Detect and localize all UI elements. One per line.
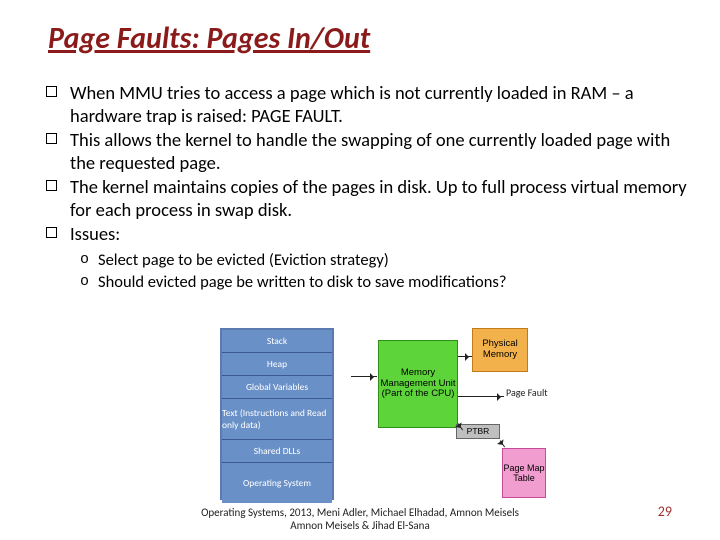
slide: Page Faults: Pages In/Out When MMU tries… <box>0 0 720 540</box>
segment-dlls: Shared DLLs <box>222 440 332 463</box>
process-address-space-box: Stack Heap Global Variables Text (Instru… <box>220 328 334 500</box>
sub-bullet-item: Select page to be evicted (Eviction stra… <box>76 250 688 271</box>
arrow-icon <box>458 396 504 397</box>
bullet-item: Issues: <box>42 223 688 246</box>
footer-line-2: Amnon Meisels & Jihad El-Sana <box>0 519 720 532</box>
segment-heap: Heap <box>222 353 332 376</box>
arrow-icon <box>499 440 505 447</box>
footer: Operating Systems, 2013, Meni Adler, Mic… <box>0 506 720 532</box>
footer-line-1: Operating Systems, 2013, Meni Adler, Mic… <box>0 506 720 519</box>
page-number: 29 <box>658 503 672 520</box>
arrow-icon <box>458 356 472 357</box>
bullet-item: This allows the kernel to handle the swa… <box>42 129 688 174</box>
segment-globals: Global Variables <box>222 376 332 399</box>
arrow-icon <box>351 376 377 377</box>
page-fault-label: Page Fault <box>506 386 548 399</box>
segment-stack: Stack <box>222 330 332 353</box>
bullet-item: The kernel maintains copies of the pages… <box>42 176 688 221</box>
slide-title: Page Faults: Pages In/Out <box>48 20 370 57</box>
sub-bullet-item: Should evicted page be written to disk t… <box>76 272 688 293</box>
sub-bullet-list: Select page to be evicted (Eviction stra… <box>42 250 688 293</box>
bullet-item: When MMU tries to access a page which is… <box>42 82 688 127</box>
segment-text: Text (Instructions and Read only data) <box>222 399 332 440</box>
arrow-icon <box>457 423 463 430</box>
bullet-list: When MMU tries to access a page which is… <box>42 82 688 246</box>
page-map-table-box: Page Map Table <box>502 448 546 498</box>
diagram: Stack Heap Global Variables Text (Instru… <box>220 328 570 508</box>
physical-memory-box: Physical Memory <box>472 328 528 372</box>
segment-os: Operating System <box>222 463 332 503</box>
mmu-box: Memory Management Unit (Part of the CPU) <box>378 340 458 428</box>
slide-body: When MMU tries to access a page which is… <box>42 82 688 294</box>
